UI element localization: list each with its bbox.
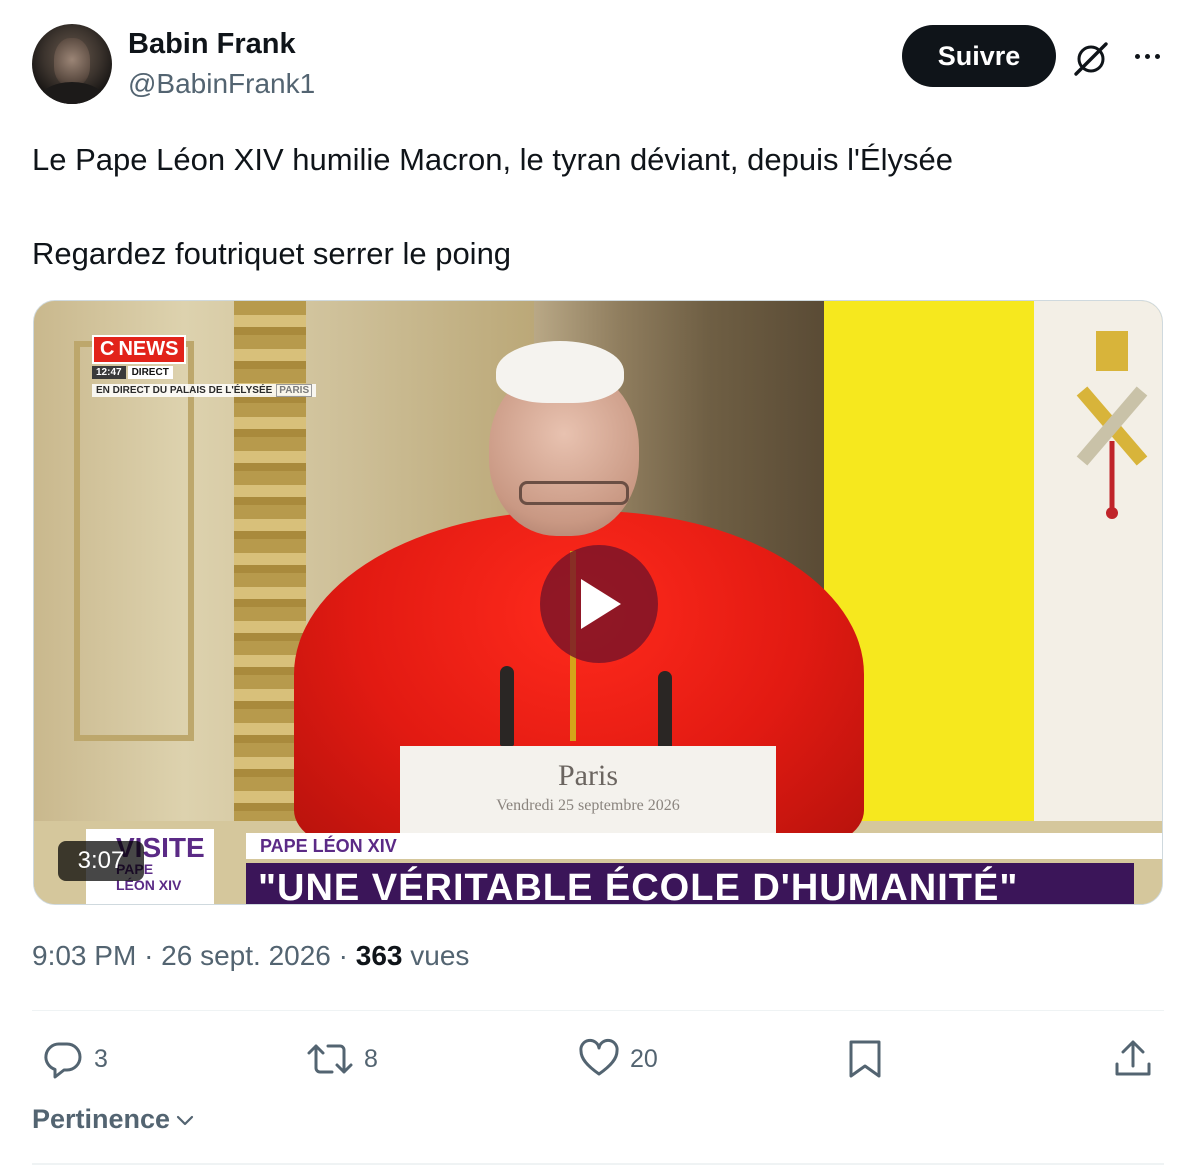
lower-third-main-text: "UNE VÉRITABLE ÉCOLE D'HUMANITÉ" <box>258 867 1019 905</box>
reply-count: 3 <box>94 1044 108 1073</box>
author-name[interactable]: Babin Frank <box>128 28 296 61</box>
video-microphone <box>500 666 514 746</box>
video-player[interactable]: Paris Vendredi 25 septembre 2026 C NEWS 1… <box>33 300 1163 905</box>
channel-live-row: 12:47 DIRECT <box>92 366 316 379</box>
channel-time: 12:47 <box>92 366 126 379</box>
avatar[interactable] <box>32 24 112 104</box>
divider <box>32 1010 1164 1011</box>
dot <box>1154 53 1160 59</box>
bookmark-icon <box>849 1040 881 1078</box>
meta-separator: · <box>338 940 348 971</box>
bookmark-button[interactable] <box>846 1038 884 1080</box>
channel-subtitle: EN DIRECT DU PALAIS DE L'ÉLYSÉE PARIS <box>92 384 317 397</box>
channel-logo: C NEWS <box>92 335 187 364</box>
sort-label: Pertinence <box>32 1104 171 1134</box>
divider <box>32 1163 1164 1165</box>
channel-logo-letter: C <box>100 338 115 360</box>
share-button[interactable] <box>1112 1038 1154 1080</box>
avatar-face <box>54 38 90 86</box>
sort-dropdown[interactable]: Pertinence <box>32 1104 196 1135</box>
play-button[interactable] <box>540 545 658 663</box>
repost-icon <box>307 1044 353 1074</box>
chevron-down-icon <box>176 1115 194 1125</box>
like-button[interactable]: 20 <box>578 1038 658 1080</box>
repost-button[interactable]: 8 <box>306 1038 378 1080</box>
video-duration: 3:07 <box>58 841 144 881</box>
tweet-meta: 9:03 PM · 26 sept. 2026 · 363 vues <box>32 940 469 972</box>
tweet-text: Le Pape Léon XIV humilie Macron, le tyra… <box>32 136 1152 277</box>
channel-overlay: C NEWS 12:47 DIRECT EN DIRECT DU PALAIS DE… <box>92 335 317 398</box>
channel-live-label: DIRECT <box>127 366 173 379</box>
repost-count: 8 <box>364 1044 378 1073</box>
lower-third-top-text: PAPE LÉON XIV <box>260 836 397 856</box>
lower-third-main: "UNE VÉRITABLE ÉCOLE D'HUMANITÉ" <box>246 863 1134 905</box>
tweet-date[interactable]: 26 sept. 2026 <box>161 940 331 971</box>
reply-icon <box>44 1042 82 1079</box>
video-zucchetto <box>496 341 624 403</box>
follow-button[interactable]: Suivre <box>902 25 1056 87</box>
video-microphone <box>658 671 672 751</box>
video-glasses <box>519 481 629 505</box>
reply-button[interactable]: 3 <box>42 1038 108 1080</box>
grok-icon[interactable] <box>1070 38 1112 80</box>
video-wall-panel <box>74 341 194 741</box>
avatar-shoulders <box>38 82 106 104</box>
more-options-icon[interactable] <box>1126 38 1168 74</box>
tweet-paragraph: Le Pape Léon XIV humilie Macron, le tyra… <box>32 142 953 177</box>
tweet-paragraph: Regardez foutriquet serrer le poing <box>32 236 512 271</box>
tweet-time[interactable]: 9:03 PM <box>32 940 136 971</box>
channel-subtitle-text: EN DIRECT DU PALAIS DE L'ÉLYSÉE <box>96 385 273 396</box>
papal-coat-of-arms <box>1076 331 1148 519</box>
play-icon <box>581 579 621 629</box>
dot <box>1144 53 1150 59</box>
lectern-city: Paris <box>558 759 618 792</box>
lectern-date: Vendredi 25 septembre 2026 <box>496 797 680 814</box>
meta-separator: · <box>144 940 154 971</box>
channel-location-tag: PARIS <box>276 384 313 397</box>
views-count: 363 <box>355 940 403 971</box>
channel-logo-text: NEWS <box>118 338 179 360</box>
lower-third-top: PAPE LÉON XIV <box>246 833 1162 859</box>
views-label: vues <box>410 940 470 971</box>
like-count: 20 <box>630 1044 658 1073</box>
heart-icon <box>579 1038 619 1076</box>
author-handle[interactable]: @BabinFrank1 <box>128 68 315 100</box>
dot <box>1134 53 1140 59</box>
share-icon <box>1115 1040 1151 1076</box>
